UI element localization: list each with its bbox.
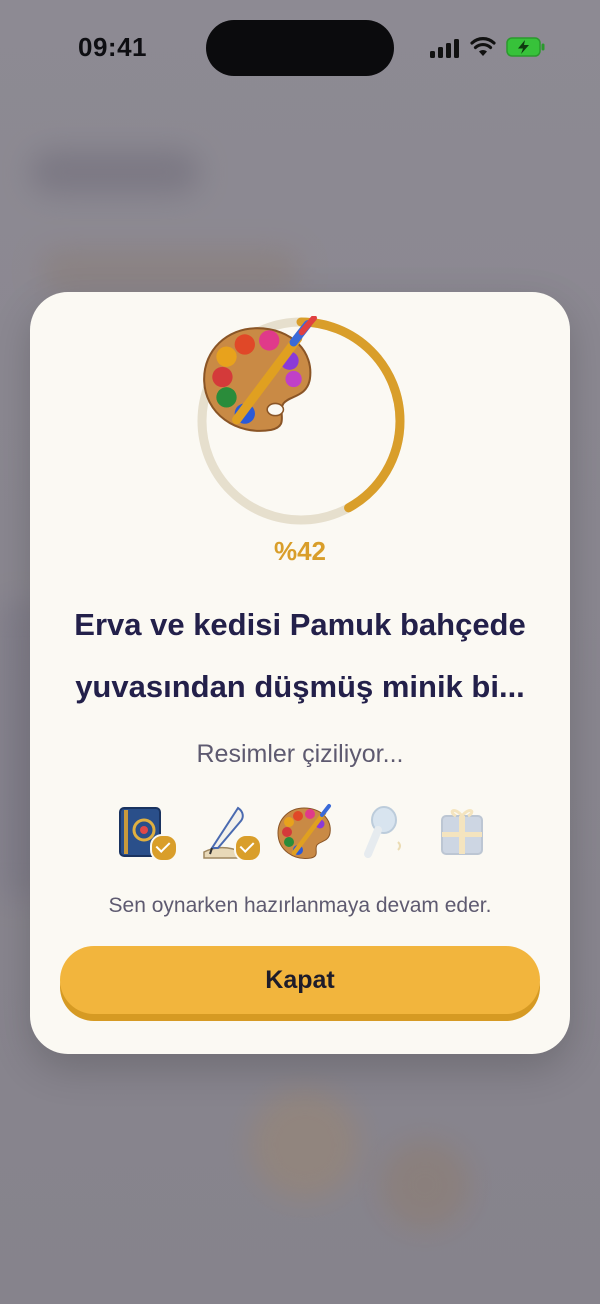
step-writing bbox=[198, 802, 262, 866]
step-painting bbox=[274, 802, 334, 866]
info-text: Sen oynarken hazırlanmaya devam eder. bbox=[108, 894, 492, 917]
paint-palette-icon bbox=[203, 316, 317, 432]
story-progress-modal: %42 Erva ve kedisi Pamuk bahçede yuvasın… bbox=[30, 292, 570, 1054]
background-row-blur bbox=[40, 250, 300, 290]
microphone-icon bbox=[364, 806, 401, 858]
status-time: 09:41 bbox=[78, 32, 147, 62]
progress-ring bbox=[196, 316, 406, 526]
step-done-check-icon bbox=[150, 834, 178, 862]
gift-box-icon bbox=[441, 809, 483, 855]
dynamic-island bbox=[206, 20, 394, 76]
step-done-check-icon bbox=[234, 834, 262, 862]
story-title: Erva ve kedisi Pamuk bahçede yuvasından … bbox=[74, 607, 526, 704]
step-storybook bbox=[114, 802, 178, 866]
background-card-blur bbox=[380, 1140, 470, 1230]
paint-palette-icon bbox=[277, 804, 331, 859]
cellular-signal-icon bbox=[430, 38, 460, 58]
status-bar: 09:41 bbox=[0, 0, 600, 96]
battery-charging-icon bbox=[506, 37, 545, 57]
progress-status-label: Resimler çiziliyor... bbox=[196, 740, 404, 768]
background-card-blur bbox=[250, 1090, 360, 1200]
background-title-blur bbox=[30, 150, 200, 194]
step-gift bbox=[434, 802, 494, 866]
wifi-icon bbox=[470, 37, 496, 56]
generation-steps bbox=[114, 802, 494, 866]
step-narration bbox=[354, 802, 414, 866]
progress-percent: %42 bbox=[273, 536, 327, 566]
close-button[interactable]: Kapat bbox=[60, 946, 540, 1014]
